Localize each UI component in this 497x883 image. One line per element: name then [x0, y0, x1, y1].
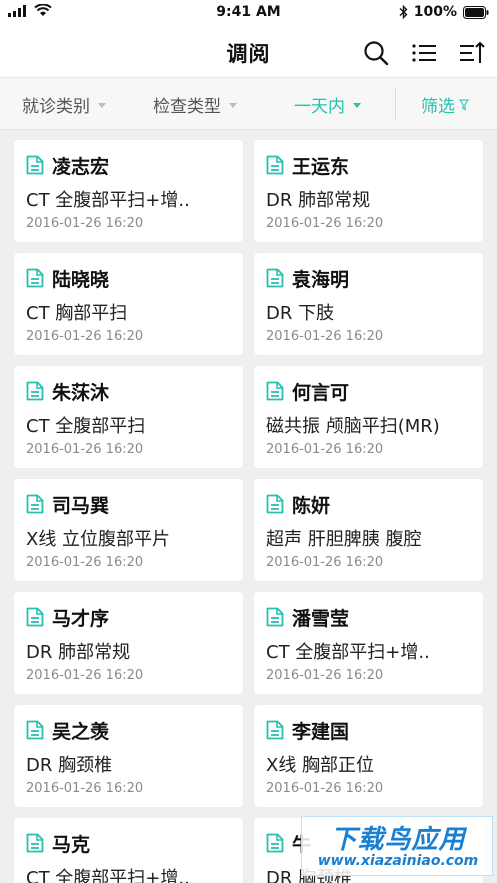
patient-name: 马克 — [52, 834, 91, 856]
filter-exam-type[interactable]: 检查类型 — [153, 92, 237, 117]
exam-timestamp: 2016-01-26 16:20 — [266, 781, 384, 796]
record-card[interactable]: 李建国 X线 胸部正位 2016-01-26 16:20 — [254, 705, 483, 807]
status-bar: 9:41 AM 100% — [0, 0, 497, 26]
record-card[interactable]: 陈妍超声 肝胆脾胰 腹腔 2016-01-26 16:20 — [254, 479, 483, 581]
exam-timestamp: 2016-01-26 16:20 — [26, 781, 144, 796]
document-icon — [266, 494, 284, 514]
patient-name: 朱莯沐 — [52, 382, 110, 404]
document-icon — [26, 381, 44, 401]
caret-down-icon — [353, 103, 361, 108]
watermark-title: 下载鸟应用 — [330, 825, 466, 855]
document-icon — [26, 607, 44, 627]
document-icon — [26, 494, 44, 514]
exam-timestamp: 2016-01-26 16:20 — [26, 668, 144, 683]
patient-name: 潘雪莹 — [292, 608, 350, 630]
bluetooth-icon — [399, 5, 408, 19]
patient-name: 凌志宏 — [52, 156, 110, 178]
document-icon — [266, 268, 284, 288]
filter-divider — [395, 88, 396, 120]
exam-description: DR 胸颈椎 — [26, 755, 113, 776]
filter-visit-type[interactable]: 就诊类别 — [22, 92, 106, 117]
search-icon[interactable] — [363, 40, 389, 66]
record-card[interactable]: 凌志宏 CT 全腹部平扫+增.. 2016-01-26 16:20 — [14, 140, 243, 242]
document-icon — [26, 268, 44, 288]
patient-name: 马才序 — [52, 608, 110, 630]
patient-name: 吴之羡 — [52, 721, 110, 743]
exam-description: X线 胸部正位 — [266, 755, 375, 776]
exam-timestamp: 2016-01-26 16:20 — [266, 216, 384, 231]
document-icon — [26, 155, 44, 175]
record-card[interactable]: 司马巽 X线 立位腹部平片 2016-01-26 16:20 — [14, 479, 243, 581]
exam-timestamp: 2016-01-26 16:20 — [26, 216, 144, 231]
record-card[interactable]: 吴之羡 DR 胸颈椎 2016-01-26 16:20 — [14, 705, 243, 807]
record-card[interactable]: 何言可磁共振 颅脑平扫(MR) 2016-01-26 16:20 — [254, 366, 483, 468]
document-icon — [266, 607, 284, 627]
status-right: 100% — [399, 4, 489, 20]
filter-button[interactable]: 筛选 — [421, 92, 469, 117]
exam-description: 超声 肝胆脾胰 腹腔 — [266, 529, 422, 550]
record-card[interactable]: 马克CT 全腹部平扫+增..2016-01-26 16:20 — [14, 818, 243, 883]
exam-timestamp: 2016-01-26 16:20 — [26, 442, 144, 457]
exam-description: CT 全腹部平扫 — [26, 416, 146, 437]
exam-description: DR 下肢 — [266, 303, 335, 324]
patient-name: 何言可 — [292, 382, 350, 404]
record-card[interactable]: 朱莯沐 CT 全腹部平扫 2016-01-26 16:20 — [14, 366, 243, 468]
exam-description: CT 全腹部平扫+增.. — [26, 190, 190, 211]
patient-name: 李建国 — [292, 721, 350, 743]
record-card[interactable]: 袁海明 DR 下肢 2016-01-26 16:20 — [254, 253, 483, 355]
filter-exam-type-label: 检查类型 — [153, 97, 221, 117]
list-icon[interactable] — [411, 40, 437, 66]
caret-down-icon — [229, 103, 237, 108]
battery-percent: 100% — [413, 4, 457, 20]
exam-description: X线 立位腹部平片 — [26, 529, 171, 550]
exam-description: 磁共振 颅脑平扫(MR) — [266, 416, 440, 437]
document-icon — [266, 720, 284, 740]
exam-description: DR 肺部常规 — [266, 190, 371, 211]
exam-description: CT 全腹部平扫+增.. — [26, 868, 190, 883]
caret-down-icon — [98, 103, 106, 108]
funnel-icon — [459, 98, 469, 110]
document-icon — [266, 155, 284, 175]
patient-name: 袁海明 — [292, 269, 350, 291]
battery-icon — [463, 5, 489, 19]
exam-timestamp: 2016-01-26 16:20 — [266, 442, 384, 457]
patient-name: 王运东 — [292, 156, 350, 178]
exam-timestamp: 2016-01-26 16:20 — [266, 329, 384, 344]
exam-timestamp: 2016-01-26 16:20 — [266, 668, 384, 683]
sort-icon[interactable] — [459, 40, 485, 66]
filter-time-range-label: 一天内 — [294, 97, 345, 117]
document-icon — [266, 833, 284, 853]
record-card[interactable]: 陆晓晓 CT 胸部平扫 2016-01-26 16:20 — [14, 253, 243, 355]
exam-description: CT 全腹部平扫+增.. — [266, 642, 430, 663]
record-card[interactable]: 马才序 DR 肺部常规 2016-01-26 16:20 — [14, 592, 243, 694]
document-icon — [266, 381, 284, 401]
filter-button-label: 筛选 — [421, 97, 455, 117]
exam-timestamp: 2016-01-26 16:20 — [266, 555, 384, 570]
document-icon — [26, 720, 44, 740]
watermark-url: www.xiazainiao.com — [317, 853, 479, 869]
exam-description: DR 肺部常规 — [26, 642, 131, 663]
filter-bar: 就诊类别 检查类型 一天内 筛选 — [0, 78, 497, 130]
filter-visit-type-label: 就诊类别 — [22, 97, 90, 117]
exam-description: CT 胸部平扫 — [26, 303, 128, 324]
patient-name: 司马巽 — [52, 495, 110, 517]
patient-name: 陆晓晓 — [52, 269, 110, 291]
exam-timestamp: 2016-01-26 16:20 — [26, 555, 144, 570]
record-card[interactable]: 王运东 DR 肺部常规 2016-01-26 16:20 — [254, 140, 483, 242]
exam-timestamp: 2016-01-26 16:20 — [26, 329, 144, 344]
patient-name: 陈妍 — [292, 495, 331, 517]
nav-bar: 调阅 — [0, 26, 497, 78]
record-card[interactable]: 潘雪莹 CT 全腹部平扫+增.. 2016-01-26 16:20 — [254, 592, 483, 694]
filter-time-range[interactable]: 一天内 — [294, 92, 361, 117]
watermark-logo: 下载鸟应用 www.xiazainiao.com — [301, 816, 493, 876]
document-icon — [26, 833, 44, 853]
